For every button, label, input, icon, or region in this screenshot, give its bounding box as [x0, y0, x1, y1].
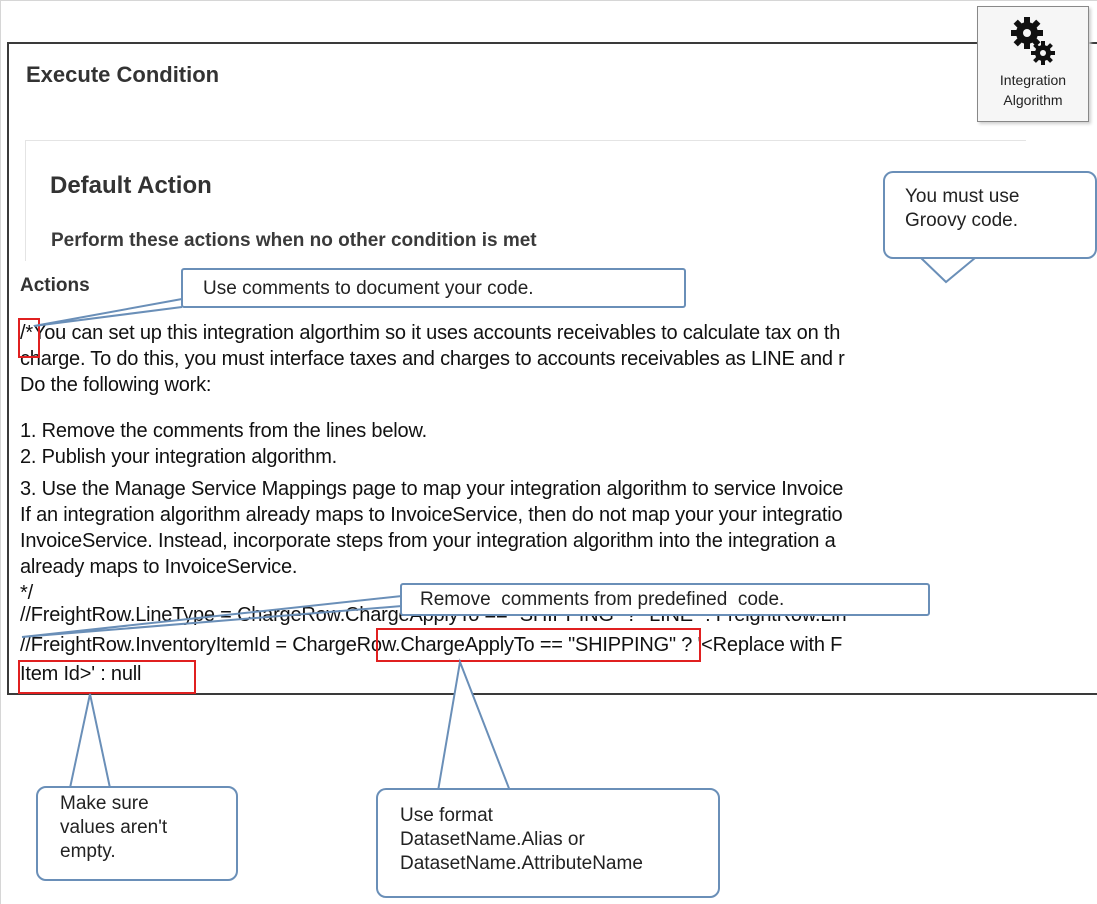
callout-empty: Make sure values aren't empty.: [36, 786, 238, 881]
callout-empty-line3: empty.: [60, 841, 116, 862]
callout-remove: Remove comments from predefined code.: [400, 583, 930, 616]
groovy-pointer: [920, 257, 976, 284]
callout-groovy-line1: You must use: [905, 186, 1020, 207]
callout-remove-text: Remove comments from predefined code.: [420, 589, 785, 610]
callout-format-line3: DatasetName.AttributeName: [400, 853, 643, 874]
callout-empty-line1: Make sure: [60, 793, 149, 814]
callout-format-line1: Use format: [400, 805, 493, 826]
empty-pointer: [69, 693, 111, 789]
callout-format-line2: DatasetName.Alias or: [400, 829, 585, 850]
callout-empty-line2: values aren't: [60, 817, 168, 838]
callout-pointers: [21, 257, 976, 792]
comments-pointer: [33, 298, 183, 327]
callout-comments-text: Use comments to document your code.: [203, 278, 534, 299]
callout-groovy-line2: Groovy code.: [905, 210, 1018, 231]
remove-pointer: [21, 595, 403, 638]
callout-groovy: You must use Groovy code.: [883, 171, 1097, 259]
format-pointer: [437, 658, 511, 792]
callout-format: Use format DatasetName.Alias or DatasetN…: [376, 788, 720, 898]
callout-comments: Use comments to document your code.: [181, 268, 686, 308]
